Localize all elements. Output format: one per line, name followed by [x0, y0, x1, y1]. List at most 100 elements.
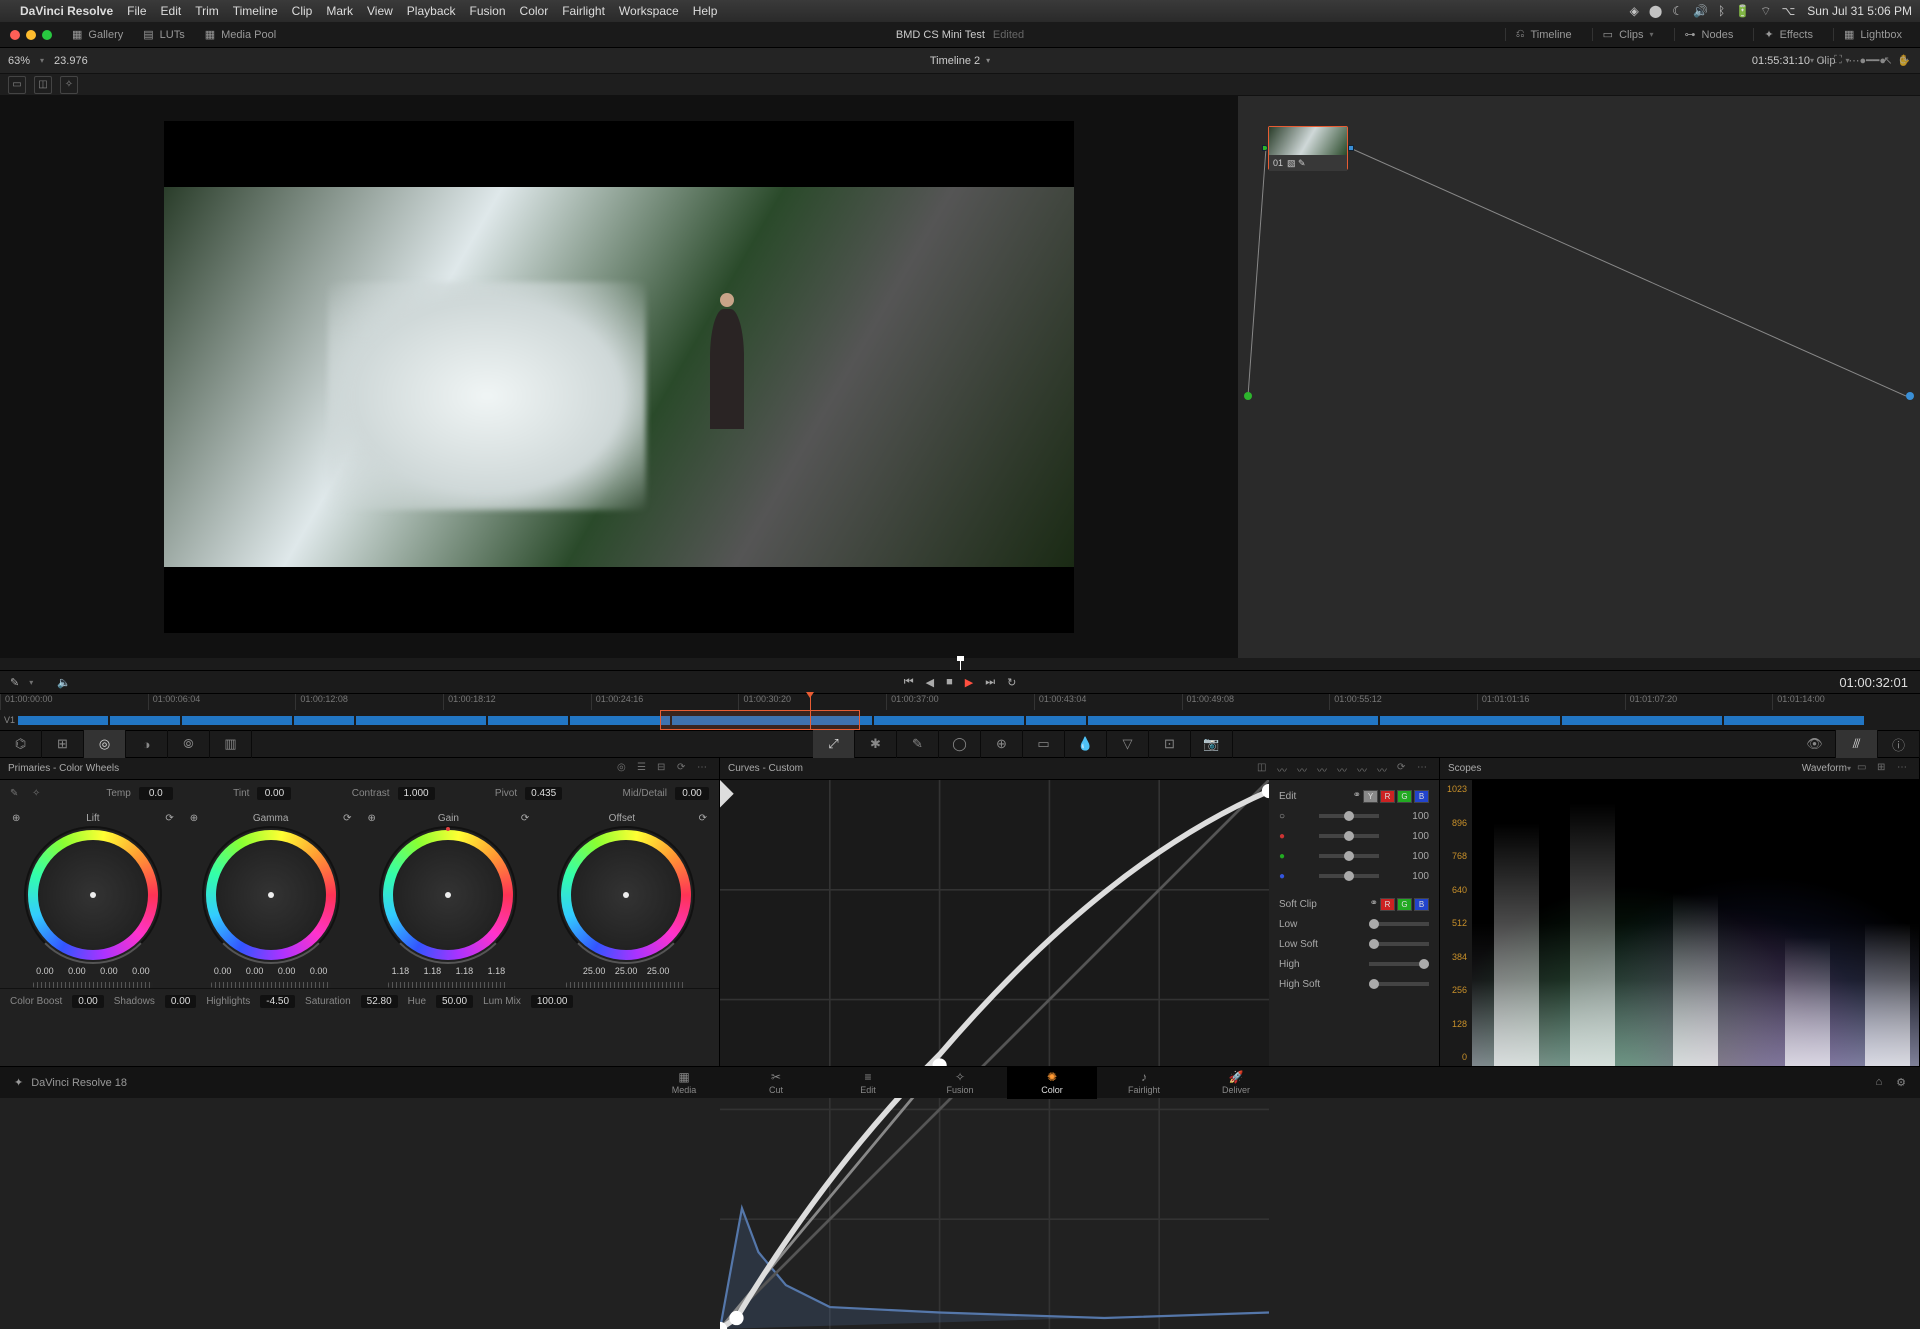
- wheel-value[interactable]: 1.18: [419, 966, 445, 976]
- wifi-icon[interactable]: ⌔: [1760, 4, 1771, 19]
- status-icon[interactable]: ☾: [1672, 4, 1683, 18]
- wheel-value[interactable]: 0.00: [32, 966, 58, 976]
- page-edit[interactable]: ≡Edit: [823, 1067, 913, 1099]
- value-shadows[interactable]: 0.00: [165, 995, 196, 1008]
- scopes-toggle-icon[interactable]: ⫻: [1836, 730, 1878, 758]
- menu-file[interactable]: File: [127, 4, 146, 18]
- record-timecode[interactable]: 01:55:31:10: [1752, 55, 1810, 67]
- corrector-node[interactable]: 01 ▧ ✎: [1268, 126, 1348, 170]
- scope-mode[interactable]: Waveform: [1802, 763, 1847, 774]
- soft-slider[interactable]: [1369, 962, 1429, 966]
- tab-media-pool[interactable]: ▦ Media Pool: [195, 22, 286, 47]
- viewer-scrubber[interactable]: [0, 658, 1920, 670]
- page-fairlight[interactable]: ♪Fairlight: [1099, 1067, 1189, 1099]
- timeline-clip[interactable]: [110, 716, 180, 725]
- sizing-icon[interactable]: ⊡: [1149, 730, 1191, 758]
- node-mode[interactable]: Clip: [1816, 55, 1835, 67]
- value-contrast[interactable]: 1.000: [398, 787, 435, 800]
- picker-icon[interactable]: ⊕: [190, 813, 198, 824]
- mute-icon[interactable]: 🔈: [57, 676, 71, 689]
- tab-timeline[interactable]: ⎌ Timeline: [1505, 28, 1582, 41]
- color-match-icon[interactable]: ⊞: [42, 730, 84, 758]
- timeline-clip[interactable]: [1088, 716, 1378, 725]
- wheel-value[interactable]: 0.00: [306, 966, 332, 976]
- gain-wheel[interactable]: [383, 830, 513, 960]
- menu-workspace[interactable]: Workspace: [619, 4, 679, 18]
- value-saturation[interactable]: 52.80: [361, 995, 398, 1008]
- rgb-mixer-icon[interactable]: ⦾: [168, 730, 210, 758]
- value-temp[interactable]: 0.0: [139, 787, 173, 800]
- split-icon[interactable]: ◫: [34, 76, 52, 94]
- more-icon[interactable]: ⋯: [697, 762, 711, 776]
- viewer-timecode[interactable]: 01:00:32:01: [1839, 675, 1908, 690]
- project-settings-icon[interactable]: ⚙: [1896, 1076, 1906, 1089]
- value-middetail[interactable]: 0.00: [675, 787, 709, 800]
- menu-color[interactable]: Color: [520, 4, 549, 18]
- volume-icon[interactable]: 🔊: [1693, 4, 1708, 18]
- value-pivot[interactable]: 0.435: [525, 787, 562, 800]
- battery-icon[interactable]: 🔋: [1735, 4, 1750, 18]
- image-wipe-icon[interactable]: ▭: [8, 76, 26, 94]
- hue-curve-icon[interactable]: 〰: [1317, 762, 1331, 776]
- play-icon[interactable]: ▶: [965, 676, 973, 689]
- menu-clip[interactable]: Clip: [292, 4, 313, 18]
- status-icon[interactable]: ◈: [1630, 4, 1639, 18]
- graph-output[interactable]: [1906, 392, 1914, 400]
- info-toggle-icon[interactable]: ⓘ: [1878, 730, 1920, 758]
- timeline-clip[interactable]: [1380, 716, 1560, 725]
- hue-curve-icon[interactable]: 〰: [1277, 762, 1291, 776]
- wheel-value[interactable]: 1.18: [483, 966, 509, 976]
- wheel-value[interactable]: 0.00: [274, 966, 300, 976]
- page-cut[interactable]: ✂Cut: [731, 1067, 821, 1099]
- page-media[interactable]: ▦Media: [639, 1067, 729, 1099]
- intensity-value[interactable]: 100: [1412, 831, 1429, 842]
- timeline-clip[interactable]: [874, 716, 1024, 725]
- timeline-clip[interactable]: [294, 716, 354, 725]
- channel-r[interactable]: R: [1380, 790, 1395, 803]
- wheel-value[interactable]: 0.00: [96, 966, 122, 976]
- picker-icon[interactable]: ✎: [10, 676, 19, 689]
- curves-icon[interactable]: ⤢: [813, 730, 855, 758]
- reset-icon[interactable]: ⟳: [1397, 762, 1411, 776]
- hue-curve-icon[interactable]: 〰: [1297, 762, 1311, 776]
- menu-help[interactable]: Help: [693, 4, 718, 18]
- node-graph[interactable]: 01 ▧ ✎: [1238, 96, 1920, 658]
- blur-icon[interactable]: 💧: [1065, 730, 1107, 758]
- graph-input[interactable]: [1244, 392, 1252, 400]
- wheel-value[interactable]: 0.00: [64, 966, 90, 976]
- stop-icon[interactable]: ■: [946, 676, 953, 688]
- intensity-slider[interactable]: [1319, 814, 1379, 818]
- window-minimize[interactable]: [26, 30, 36, 40]
- viewer-pane[interactable]: [0, 96, 1238, 658]
- custom-curve-icon[interactable]: ◫: [1257, 762, 1271, 776]
- channel-y[interactable]: Y: [1363, 790, 1378, 803]
- wheel-value[interactable]: 25.00: [645, 966, 671, 976]
- scope-layout-icon[interactable]: ⊞: [1877, 762, 1891, 776]
- home-button[interactable]: ✦DaVinci Resolve 18: [14, 1076, 127, 1089]
- app-name[interactable]: DaVinci Resolve: [20, 4, 113, 18]
- link-icon[interactable]: ⚭: [1353, 790, 1361, 803]
- home-icon[interactable]: ⌂: [1875, 1076, 1882, 1089]
- reset-icon[interactable]: ⟳: [343, 813, 351, 824]
- window-icon[interactable]: ◯: [939, 730, 981, 758]
- picker-icon[interactable]: ⊕: [12, 813, 20, 824]
- tab-lightbox[interactable]: ▦ Lightbox: [1833, 28, 1912, 41]
- auto-balance-icon[interactable]: ✧: [32, 788, 46, 799]
- soft-slider[interactable]: [1369, 942, 1429, 946]
- timeline-clip[interactable]: [1026, 716, 1086, 725]
- timeline-clip[interactable]: [182, 716, 292, 725]
- timeline-clip[interactable]: [570, 716, 670, 725]
- value-highlights[interactable]: -4.50: [260, 995, 295, 1008]
- reset-icon[interactable]: ⟳: [165, 813, 173, 824]
- wheel-value[interactable]: 25.00: [613, 966, 639, 976]
- menu-fairlight[interactable]: Fairlight: [562, 4, 605, 18]
- wheels-mode-icon[interactable]: ◎: [617, 762, 631, 776]
- bars-mode-icon[interactable]: ☰: [637, 762, 651, 776]
- primaries-icon[interactable]: ◎: [84, 730, 126, 758]
- channel-b[interactable]: B: [1414, 790, 1429, 803]
- timeline-clip[interactable]: [356, 716, 486, 725]
- soft-slider[interactable]: [1369, 922, 1429, 926]
- intensity-slider[interactable]: [1319, 874, 1379, 878]
- hue-curve-icon[interactable]: 〰: [1377, 762, 1391, 776]
- tab-gallery[interactable]: ▦ Gallery: [62, 22, 133, 47]
